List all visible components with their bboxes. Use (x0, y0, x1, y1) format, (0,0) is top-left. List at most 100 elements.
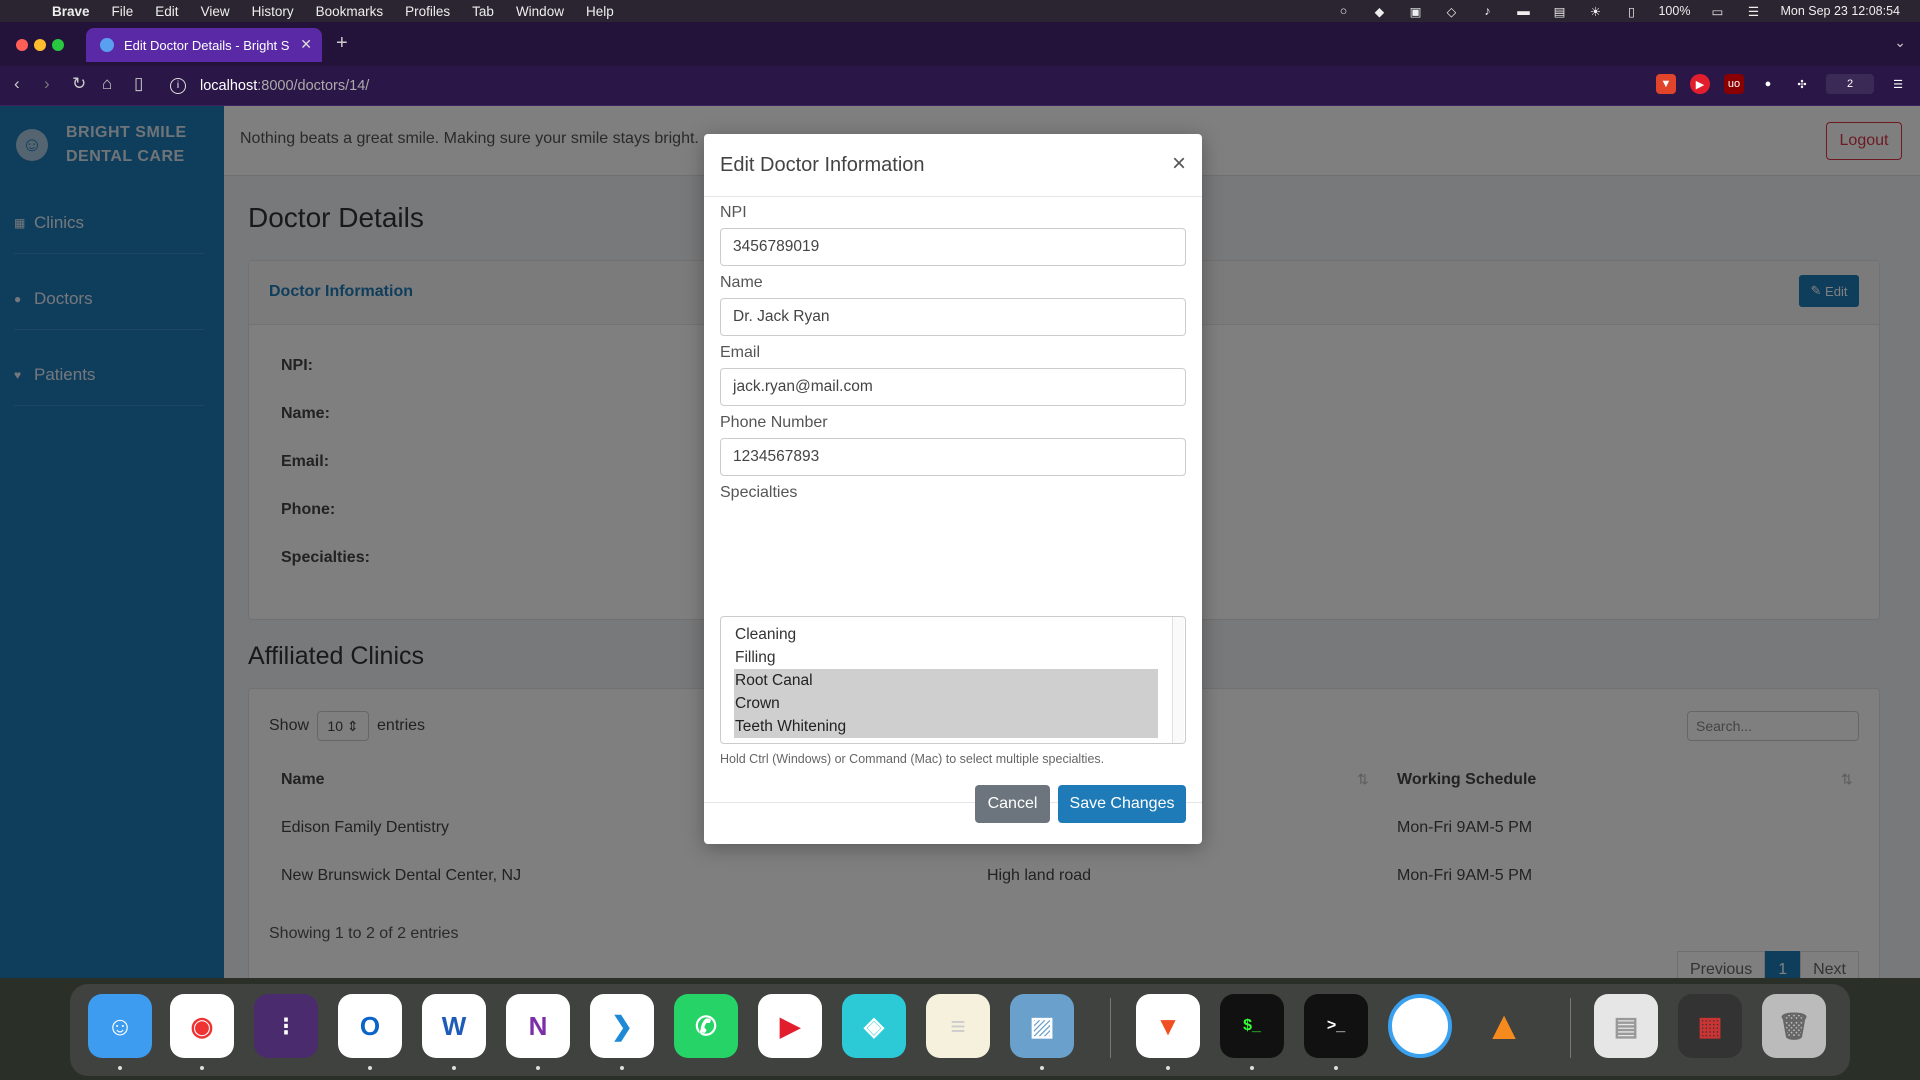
reload-icon[interactable]: ↻ (72, 74, 86, 94)
extensions-puzzle-icon[interactable]: ✣ (1792, 74, 1812, 94)
documents-folder-icon[interactable]: ▤ (1594, 994, 1658, 1058)
name-field[interactable]: Dr. Jack Ryan (720, 298, 1186, 336)
email-label: Email (720, 344, 761, 361)
menu-profiles[interactable]: Profiles (405, 4, 450, 19)
youtube-extension-icon[interactable]: ▶ (1690, 74, 1710, 94)
ublock-icon[interactable]: uo (1724, 74, 1744, 94)
brave-shields-icon[interactable]: ▼ (1656, 74, 1676, 94)
wallet-count: 2 (1846, 78, 1854, 90)
finder-icon[interactable]: ☺ (88, 994, 152, 1058)
outlook-icon[interactable]: O (338, 994, 402, 1058)
clock[interactable]: Mon Sep 23 12:08:54 (1780, 4, 1900, 18)
close-icon[interactable]: × (1172, 150, 1186, 178)
menu-window[interactable]: Window (516, 4, 564, 19)
forward-arrow-icon[interactable]: › (44, 74, 50, 94)
volume-icon[interactable]: ♪ (1478, 4, 1496, 18)
trash-icon[interactable]: 🗑 (1762, 994, 1826, 1058)
globe-icon (100, 38, 114, 52)
chevron-down-icon[interactable]: ⌄ (1894, 34, 1906, 51)
iterm-icon[interactable]: $_ (1220, 994, 1284, 1058)
npi-label: NPI (720, 204, 747, 221)
save-changes-button[interactable]: Save Changes (1058, 785, 1186, 823)
bookmark-icon[interactable]: ▯ (134, 74, 143, 94)
word-icon[interactable]: W (422, 994, 486, 1058)
microphone-icon[interactable]: ▯ (1622, 4, 1640, 19)
running-indicator (620, 1066, 624, 1070)
menu-app-name[interactable]: Brave (52, 4, 90, 19)
preview-icon[interactable]: ▨ (1010, 994, 1074, 1058)
name-label: Name (720, 274, 763, 291)
option-cleaning[interactable]: Cleaning (734, 623, 1158, 646)
home-icon[interactable]: ⌂ (102, 74, 112, 94)
bed-icon[interactable]: ▬ (1514, 4, 1532, 18)
elephant-icon[interactable]: ◆ (1370, 4, 1388, 19)
battery-percent: 100% (1658, 4, 1691, 18)
option-crown[interactable]: Crown (734, 692, 1158, 715)
youtube-icon[interactable]: ▶ (758, 994, 822, 1058)
dock: ☺ ◉ ⁝ O W N ❯ ✆ ▶ ◈ ≡ ▨ ▼ $_ >_ ▲ ▤ ▦ 🗑 (70, 984, 1850, 1076)
new-tab-plus-icon[interactable]: + (336, 32, 348, 55)
layers-icon[interactable]: ◇ (1442, 4, 1460, 19)
profile-icon[interactable]: ● (1758, 74, 1778, 94)
terminal-icon[interactable]: >_ (1304, 994, 1368, 1058)
web-page: ☺ BRIGHT SMILE DENTAL CARE ▦ Clinics ● D… (0, 106, 1920, 978)
edit-doctor-modal: Edit Doctor Information × NPI 3456789019… (704, 134, 1202, 844)
hamburger-menu-icon[interactable]: ☰ (1888, 74, 1908, 94)
menu-file[interactable]: File (112, 4, 134, 19)
dock-separator (1110, 998, 1111, 1058)
notes-icon[interactable]: ≡ (926, 994, 990, 1058)
running-indicator (1040, 1066, 1044, 1070)
tab-close-icon[interactable]: ✕ (300, 36, 312, 53)
brave-icon[interactable]: ▼ (1136, 994, 1200, 1058)
cancel-button[interactable]: Cancel (975, 785, 1050, 823)
running-indicator (1166, 1066, 1170, 1070)
menu-view[interactable]: View (201, 4, 230, 19)
launchpad-icon[interactable]: ⁝ (254, 994, 318, 1058)
setapp-icon[interactable]: ◈ (842, 994, 906, 1058)
specialties-multiselect[interactable]: Cleaning Filling Root Canal Crown Teeth … (720, 616, 1186, 744)
vlc-icon[interactable]: ▲ (1472, 994, 1536, 1058)
menu-edit[interactable]: Edit (155, 4, 178, 19)
back-arrow-icon[interactable]: ‹ (14, 74, 20, 94)
control-center-icon[interactable]: ☰ (1744, 4, 1762, 19)
minimize-window-button[interactable] (34, 39, 46, 51)
close-window-button[interactable] (16, 39, 28, 51)
site-info-icon[interactable]: i (170, 78, 186, 94)
running-indicator (200, 1066, 204, 1070)
running-indicator (452, 1066, 456, 1070)
zoom-window-button[interactable] (52, 39, 64, 51)
specialties-hint: Hold Ctrl (Windows) or Command (Mac) to … (720, 752, 1105, 766)
menu-bookmarks[interactable]: Bookmarks (316, 4, 384, 19)
running-indicator (368, 1066, 372, 1070)
phone-field[interactable]: 1234567893 (720, 438, 1186, 476)
select-scrollbar[interactable] (1172, 617, 1184, 743)
keyboard-icon[interactable]: ▤ (1550, 4, 1568, 19)
whatsapp-icon[interactable]: ✆ (674, 994, 738, 1058)
brightness-icon[interactable]: ☀ (1586, 4, 1604, 19)
menu-history[interactable]: History (252, 4, 294, 19)
toolbar-right: ▼ ▶ uo ● ✣ 2 ☰ (1656, 74, 1908, 94)
vscode-icon[interactable]: ❯ (590, 994, 654, 1058)
option-filling[interactable]: Filling (734, 646, 1158, 669)
address-bar[interactable]: i localhost:8000/doctors/14/ (170, 71, 1640, 101)
chrome-icon[interactable]: ◉ (170, 994, 234, 1058)
screens-folder-icon[interactable]: ▦ (1678, 994, 1742, 1058)
tab-active[interactable]: Edit Doctor Details - Bright S ✕ (86, 28, 322, 62)
onenote-icon[interactable]: N (506, 994, 570, 1058)
circle-icon[interactable]: ○ (1334, 4, 1352, 18)
specialties-label: Specialties (720, 484, 798, 501)
dock-separator (1570, 998, 1571, 1058)
option-teeth-whitening[interactable]: Teeth Whitening (734, 715, 1158, 738)
wallet-button[interactable]: 2 (1826, 74, 1874, 94)
modal-header: Edit Doctor Information × (704, 134, 1202, 197)
option-root-canal[interactable]: Root Canal (734, 669, 1158, 692)
menu-help[interactable]: Help (586, 4, 614, 19)
battery-icon[interactable]: ▭ (1708, 4, 1726, 19)
running-indicator (1250, 1066, 1254, 1070)
screen-mirror-icon[interactable]: ▣ (1406, 4, 1424, 19)
npi-field[interactable]: 3456789019 (720, 228, 1186, 266)
menu-tab[interactable]: Tab (472, 4, 494, 19)
url-host: localhost (200, 78, 258, 94)
browser-circle-icon[interactable] (1388, 994, 1452, 1058)
email-field[interactable]: jack.ryan@mail.com (720, 368, 1186, 406)
